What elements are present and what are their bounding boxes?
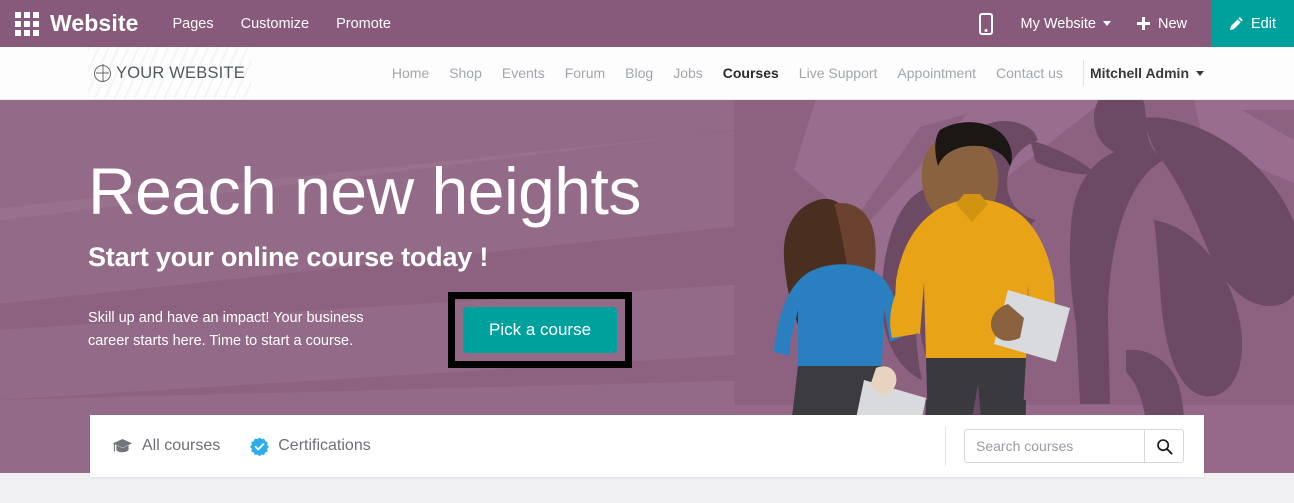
hero-content: Reach new heights Start your online cour… — [88, 158, 728, 368]
courses-search-area — [945, 426, 1204, 466]
hero-body-row: Skill up and have an impact! Your busine… — [88, 292, 728, 368]
grid-dot — [33, 20, 39, 27]
nav-item-blog[interactable]: Blog — [615, 65, 663, 81]
grid-dot — [15, 11, 21, 18]
grid-dot — [15, 29, 21, 36]
grid-dot — [15, 20, 21, 27]
site-navigation: Home Shop Events Forum Blog Jobs Courses… — [382, 47, 1206, 99]
search-icon — [1156, 438, 1172, 454]
site-logo-text: YOUR WEBSITE — [116, 63, 245, 82]
nav-item-shop[interactable]: Shop — [439, 65, 492, 81]
globe-icon — [94, 64, 111, 82]
backend-top-bar: Website Pages Customize Promote My Websi… — [0, 0, 1294, 47]
apps-grid-icon[interactable] — [14, 11, 40, 37]
nav-item-forum[interactable]: Forum — [555, 65, 615, 81]
backend-menu: Pages Customize Promote — [172, 16, 390, 32]
tab-certifications-label: Certifications — [278, 437, 371, 454]
tab-all-courses-label: All courses — [142, 437, 221, 454]
search-group — [964, 429, 1184, 463]
mobile-phone-icon[interactable] — [978, 12, 993, 35]
grid-dot — [33, 11, 39, 18]
certificate-badge-icon — [250, 436, 270, 456]
pencil-icon — [1230, 17, 1243, 30]
hero-subheading: Start your online course today ! — [88, 242, 489, 272]
menu-item-customize[interactable]: Customize — [241, 16, 310, 32]
search-divider — [945, 426, 946, 466]
menu-item-promote[interactable]: Promote — [336, 16, 391, 32]
nav-item-contact-us[interactable]: Contact us — [986, 65, 1073, 81]
site-logo[interactable]: YOUR WEBSITE — [88, 47, 251, 99]
menu-item-pages[interactable]: Pages — [172, 16, 213, 32]
graduation-cap-icon — [112, 439, 133, 453]
website-selector[interactable]: My Website — [1021, 16, 1111, 32]
grid-dot — [33, 29, 39, 36]
chevron-down-icon — [1102, 21, 1111, 26]
plus-icon — [1136, 17, 1150, 30]
new-button-label: New — [1157, 15, 1187, 32]
website-editor-page: Website Pages Customize Promote My Websi… — [0, 0, 1294, 503]
courses-filter-bar: All courses Certifications — [90, 415, 1204, 477]
website-selector-label: My Website — [1020, 15, 1096, 32]
tab-all-courses[interactable]: All courses — [112, 437, 220, 455]
edit-button-label: Edit — [1251, 15, 1276, 32]
backend-top-bar-right: My Website New Edit — [978, 0, 1294, 47]
grid-dot — [24, 11, 30, 18]
nav-item-courses[interactable]: Courses — [713, 65, 789, 81]
tab-certifications[interactable]: Certifications — [250, 436, 371, 456]
courses-tabs: All courses Certifications — [90, 436, 371, 456]
cta-highlight-box: Pick a course — [448, 292, 633, 368]
user-menu-label: Mitchell Admin — [1089, 65, 1189, 81]
chevron-down-icon — [1196, 70, 1204, 76]
nav-item-jobs[interactable]: Jobs — [663, 65, 713, 81]
page-background — [0, 473, 1294, 503]
search-courses-input[interactable] — [964, 429, 1144, 463]
website-header: YOUR WEBSITE Home Shop Events Forum Blog… — [0, 47, 1294, 100]
edit-button[interactable]: Edit — [1211, 0, 1294, 47]
search-submit-button[interactable] — [1144, 429, 1184, 463]
grid-dot — [24, 29, 30, 36]
pick-a-course-button[interactable]: Pick a course — [463, 307, 618, 353]
nav-item-appointment[interactable]: Appointment — [887, 65, 986, 81]
user-menu[interactable]: Mitchell Admin — [1090, 65, 1206, 81]
grid-dot — [24, 20, 30, 27]
app-brand-website[interactable]: Website — [50, 10, 138, 37]
nav-item-events[interactable]: Events — [492, 65, 555, 81]
hero-lead-text: Skill up and have an impact! Your busine… — [88, 310, 364, 350]
nav-item-live-support[interactable]: Live Support — [789, 65, 888, 81]
new-button[interactable]: New — [1136, 15, 1187, 32]
nav-item-home[interactable]: Home — [382, 65, 439, 81]
nav-divider — [1082, 60, 1084, 86]
hero-heading: Reach new heights — [88, 154, 641, 228]
